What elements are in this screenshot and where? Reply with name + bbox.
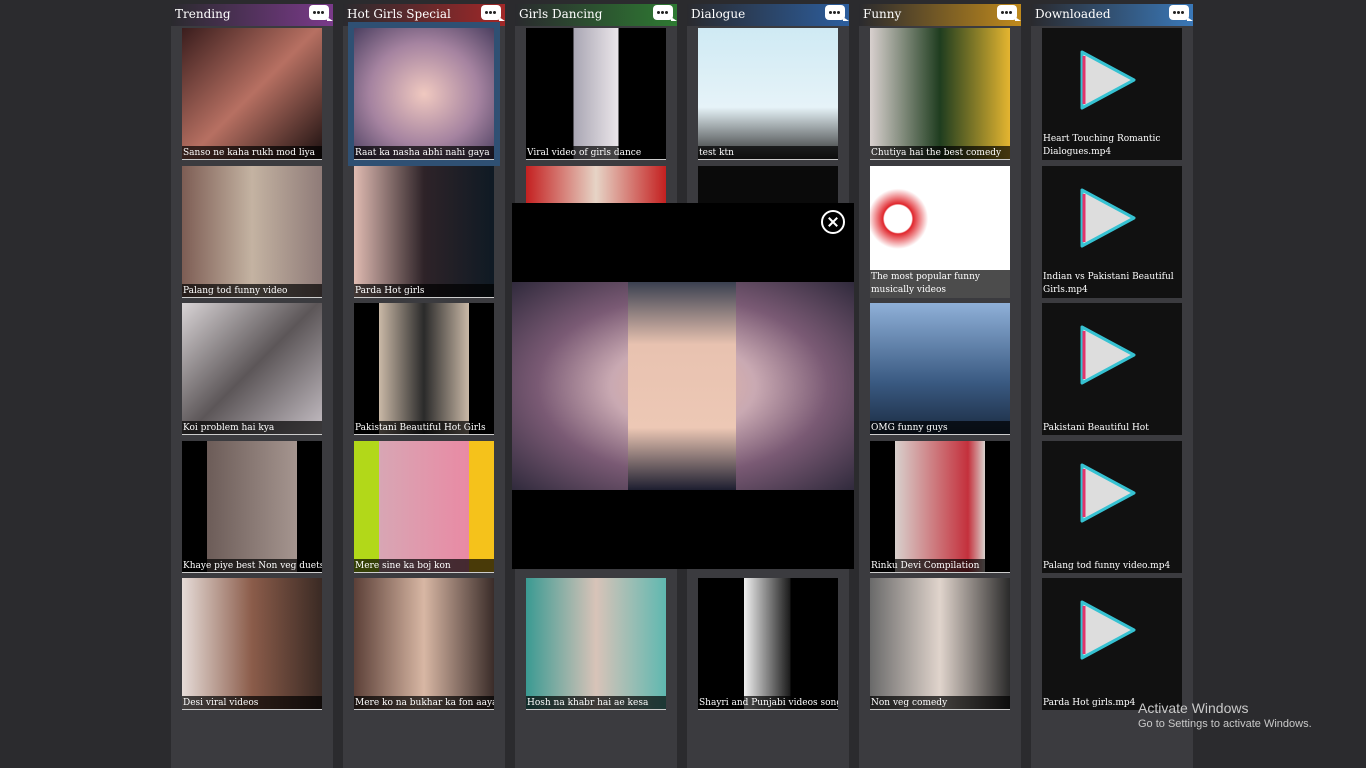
video-title: Pakistani Beautiful Hot Girls.mp4 (1042, 421, 1182, 435)
video-title: Rinku Devi Compilation (870, 559, 1010, 573)
video-title: Sanso ne kaha rukh mod liya (182, 146, 322, 160)
column-title: Downloaded (1035, 7, 1111, 21)
video-tile[interactable]: Viral video of girls dance (526, 28, 666, 160)
downloaded-video-tile[interactable]: Palang tod funny video.mp4 (1042, 441, 1182, 573)
video-tile[interactable]: Palang tod funny video (182, 166, 322, 298)
video-title: OMG funny guys (870, 421, 1010, 435)
video-title: Hosh na khabr hai ae kesa (526, 696, 666, 710)
video-title: Desi viral videos (182, 696, 322, 710)
video-tile[interactable]: Sanso ne kaha rukh mod liya (182, 28, 322, 160)
video-title: Shayri and Punjabi videos songs (698, 696, 838, 710)
column-header: Trending (171, 4, 333, 26)
video-tile[interactable]: Non veg comedy (870, 578, 1010, 710)
column-header: Funny (859, 4, 1021, 26)
video-tile[interactable]: Mere ko na bukhar ka fon aaya (354, 578, 494, 710)
video-title: Parda Hot girls (354, 284, 494, 298)
video-tile[interactable]: The most popular funny musically videos (870, 166, 1010, 298)
video-title: test ktn (698, 146, 838, 160)
video-tile[interactable]: Khaye piye best Non veg duets (182, 441, 322, 573)
video-tile[interactable]: Shayri and Punjabi videos songs (698, 578, 838, 710)
video-title: The most popular funny musically videos (870, 270, 1010, 298)
video-tile[interactable]: Mere sine ka boj kon (354, 441, 494, 573)
column-title: Funny (863, 7, 902, 21)
downloaded-video-tile[interactable]: Parda Hot girls.mp4 (1042, 578, 1182, 710)
video-tile[interactable]: Koi problem hai kya (182, 303, 322, 435)
column-funny: Funny Chutiya hai the best comedy The mo… (859, 4, 1021, 768)
play-icon (1080, 600, 1136, 660)
video-content (628, 282, 736, 490)
video-title: Chutiya hai the best comedy (870, 146, 1010, 160)
column-hot-girls-special: Hot Girls Special Raat ka nasha abhi nah… (343, 4, 505, 768)
video-title: Non veg comedy (870, 696, 1010, 710)
column-header: Downloaded (1031, 4, 1193, 26)
more-options-icon[interactable] (309, 5, 333, 21)
column-title: Dialogue (691, 7, 746, 21)
more-options-icon[interactable] (997, 5, 1021, 21)
column-title: Girls Dancing (519, 7, 603, 21)
activate-windows-watermark: Activate Windows Go to Settings to activ… (1138, 700, 1312, 730)
close-icon[interactable] (821, 210, 845, 234)
video-title: Viral video of girls dance (526, 146, 666, 160)
video-title: Heart Touching Romantic Dialogues.mp4 (1042, 132, 1182, 160)
video-tile[interactable]: Rinku Devi Compilation (870, 441, 1010, 573)
play-icon (1080, 463, 1136, 523)
video-title: Pakistani Beautiful Hot Girls (354, 421, 494, 435)
column-title: Hot Girls Special (347, 7, 451, 21)
video-title: Khaye piye best Non veg duets (182, 559, 322, 573)
play-icon (1080, 325, 1136, 385)
video-title: Palang tod funny video (182, 284, 322, 298)
column-downloaded: Downloaded Heart Touching Romantic Dialo… (1031, 4, 1193, 768)
column-title: Trending (175, 7, 231, 21)
play-icon (1080, 50, 1136, 110)
more-options-icon[interactable] (825, 5, 849, 21)
watermark-subtitle: Go to Settings to activate Windows. (1138, 718, 1312, 730)
video-title: Mere sine ka boj kon (354, 559, 494, 573)
more-options-icon[interactable] (1169, 5, 1193, 21)
more-options-icon[interactable] (481, 5, 505, 21)
video-tile[interactable]: Raat ka nasha abhi nahi gaya (348, 22, 500, 166)
video-tile[interactable]: Pakistani Beautiful Hot Girls (354, 303, 494, 435)
column-header: Dialogue (687, 4, 849, 26)
video-tile[interactable]: test ktn (698, 28, 838, 160)
video-tile[interactable]: Parda Hot girls (354, 166, 494, 298)
video-title: Raat ka nasha abhi nahi gaya (354, 146, 494, 160)
watermark-title: Activate Windows (1138, 700, 1249, 716)
video-title: Indian vs Pakistani Beautiful Girls.mp4 (1042, 270, 1182, 298)
video-player-popup[interactable] (512, 203, 854, 569)
downloaded-video-tile[interactable]: Heart Touching Romantic Dialogues.mp4 (1042, 28, 1182, 160)
play-icon (1080, 188, 1136, 248)
video-title: Koi problem hai kya (182, 421, 322, 435)
video-tile[interactable]: Chutiya hai the best comedy (870, 28, 1010, 160)
video-title: Palang tod funny video.mp4 (1042, 559, 1182, 573)
more-options-icon[interactable] (653, 5, 677, 21)
downloaded-video-tile[interactable]: Pakistani Beautiful Hot Girls.mp4 (1042, 303, 1182, 435)
column-trending: Trending Sanso ne kaha rukh mod liya Pal… (171, 4, 333, 768)
downloaded-video-tile[interactable]: Indian vs Pakistani Beautiful Girls.mp4 (1042, 166, 1182, 298)
video-tile[interactable]: OMG funny guys (870, 303, 1010, 435)
column-header: Hot Girls Special (343, 4, 505, 26)
column-header: Girls Dancing (515, 4, 677, 26)
video-tile[interactable]: Hosh na khabr hai ae kesa (526, 578, 666, 710)
video-frame[interactable] (512, 282, 854, 490)
video-title: Mere ko na bukhar ka fon aaya (354, 696, 494, 710)
video-tile[interactable]: Desi viral videos (182, 578, 322, 710)
